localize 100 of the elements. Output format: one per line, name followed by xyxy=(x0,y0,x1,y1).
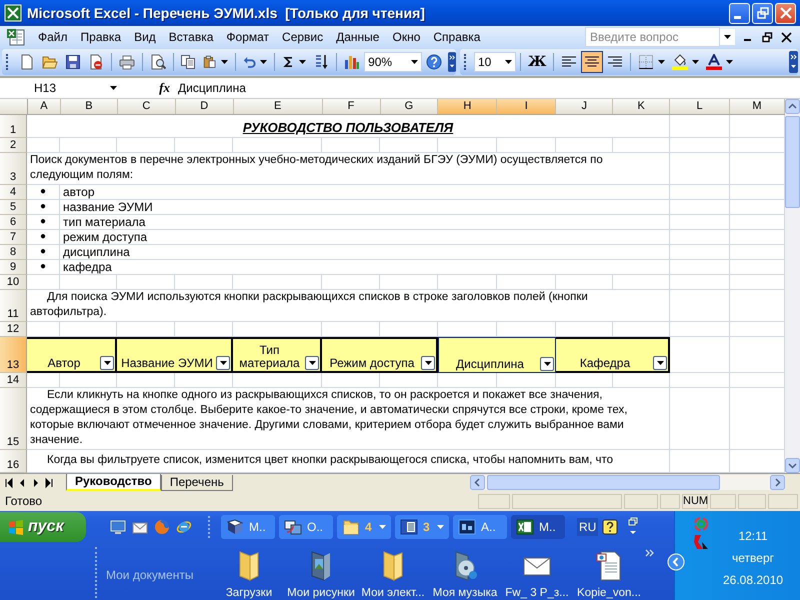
filter-dropdown-button[interactable] xyxy=(305,356,319,370)
row-header[interactable]: 1 xyxy=(0,115,27,138)
taskbar-button[interactable]: О.. xyxy=(279,515,333,539)
taskbar-button[interactable]: М.. xyxy=(511,515,565,539)
shortcut[interactable]: Kopie_von... xyxy=(575,550,643,598)
empty-cell xyxy=(175,275,233,290)
empty-cell xyxy=(322,275,380,290)
row-header[interactable]: 12 xyxy=(0,322,27,337)
help-search-field[interactable]: Введите вопрос xyxy=(585,27,720,47)
row-header[interactable]: 10 xyxy=(0,275,27,290)
caret-icon xyxy=(437,525,444,529)
close-icon[interactable] xyxy=(781,32,792,42)
globe-icon[interactable] xyxy=(176,519,192,535)
toolbar-menu-icon[interactable] xyxy=(628,517,638,537)
filter-dropdown-button[interactable] xyxy=(100,356,114,370)
row-header[interactable]: 5 xyxy=(0,200,27,215)
row-header[interactable]: 11 xyxy=(0,290,27,322)
scroll-up-icon[interactable] xyxy=(785,99,800,114)
network-icon xyxy=(284,518,302,536)
menu-item[interactable]: Формат xyxy=(222,28,278,46)
menu-item[interactable]: Справка xyxy=(429,28,490,46)
language-indicator[interactable]: RU xyxy=(577,518,598,536)
column-header[interactable]: K xyxy=(613,99,670,114)
row-header[interactable]: 14 xyxy=(0,373,27,388)
horizontal-scrollbar[interactable] xyxy=(470,475,785,490)
shortcut[interactable]: Загрузки xyxy=(211,550,287,598)
column-header[interactable]: C xyxy=(118,99,176,114)
menu-item[interactable]: Данные xyxy=(332,28,388,46)
row-header[interactable]: 8 xyxy=(0,245,27,260)
bold-button[interactable]: Ж xyxy=(525,51,550,73)
row-header[interactable]: 6 xyxy=(0,215,27,230)
paint-bucket-icon xyxy=(672,54,688,70)
column-header[interactable]: F xyxy=(322,99,380,114)
row-header[interactable]: 4 xyxy=(0,185,27,200)
shortcut[interactable]: Моя музыка xyxy=(431,550,499,598)
column-header[interactable]: B xyxy=(60,99,118,114)
filter-dropdown-button[interactable] xyxy=(540,357,554,371)
name-box[interactable]: H13 xyxy=(0,79,120,97)
status-panel xyxy=(710,494,736,508)
column-header[interactable]: I xyxy=(497,99,556,114)
scroll-left-icon[interactable] xyxy=(470,475,485,490)
collapse-icon[interactable] xyxy=(667,553,685,571)
empty-cell xyxy=(670,260,730,275)
desktop-icon[interactable] xyxy=(110,519,126,535)
toolbar-options-icon[interactable] xyxy=(448,51,456,73)
menu-item[interactable]: Сервис xyxy=(278,28,332,46)
row-header[interactable]: 15 xyxy=(0,388,27,450)
sheet-tab[interactable]: Перечень xyxy=(160,474,233,490)
column-header[interactable]: L xyxy=(670,99,730,114)
column-header[interactable]: D xyxy=(176,99,234,114)
folder-icon xyxy=(342,518,360,536)
empty-cell xyxy=(670,275,730,290)
empty-cell xyxy=(670,322,730,337)
font-size-field[interactable]: 10 xyxy=(474,52,516,72)
column-header[interactable]: H xyxy=(438,99,498,114)
column-header[interactable]: A xyxy=(28,99,61,114)
menu-item[interactable]: Вид xyxy=(130,28,165,46)
dropdown-button[interactable] xyxy=(720,29,735,45)
scroll-down-icon[interactable] xyxy=(785,458,800,473)
scroll-thumb[interactable] xyxy=(785,116,800,208)
row-header[interactable]: 16 xyxy=(0,450,27,473)
menu-item[interactable]: Правка xyxy=(76,28,130,46)
row-header[interactable]: 13 xyxy=(0,337,27,373)
help-icon[interactable] xyxy=(602,519,618,535)
taskbar-button[interactable]: М.. xyxy=(221,515,275,539)
restore-button[interactable] xyxy=(752,2,773,24)
menu-item[interactable]: Файл xyxy=(34,28,77,46)
shortcut[interactable]: Fw_ 3 P_з... xyxy=(499,550,575,598)
empty-cell xyxy=(60,275,117,290)
column-header[interactable]: J xyxy=(556,99,614,114)
align-center-button[interactable] xyxy=(581,51,604,73)
function-label[interactable]: fx xyxy=(120,80,175,96)
close-button[interactable] xyxy=(775,2,796,24)
minimize-button[interactable] xyxy=(729,2,750,24)
row-header[interactable]: 7 xyxy=(0,230,27,245)
menu-item[interactable]: Окно xyxy=(388,28,430,46)
scroll-right-icon[interactable] xyxy=(770,475,785,490)
restore-icon[interactable] xyxy=(762,32,773,42)
more-items-icon[interactable] xyxy=(645,549,655,557)
row-header[interactable]: 9 xyxy=(0,260,27,275)
menu-item[interactable]: Вставка xyxy=(164,28,222,46)
empty-cell xyxy=(670,230,730,245)
column-header[interactable]: E xyxy=(234,99,323,114)
list-item-cell: кафедра xyxy=(60,260,670,275)
row-header[interactable]: 3 xyxy=(0,153,27,185)
sheet-tab[interactable]: Руководство xyxy=(66,474,161,491)
filter-dropdown-button[interactable] xyxy=(216,356,230,370)
row-header[interactable]: 2 xyxy=(0,138,27,153)
empty-cell xyxy=(613,275,670,290)
toolbar-options-icon[interactable] xyxy=(789,51,798,73)
spreadsheet-icon xyxy=(6,28,26,46)
formula-field[interactable]: Дисциплина xyxy=(175,81,800,95)
filter-dropdown-button[interactable] xyxy=(421,356,435,370)
shortcut[interactable]: Мои рисунки xyxy=(287,550,355,598)
shortcut[interactable]: Мои элект... xyxy=(355,550,431,598)
taskbar-button[interactable]: А.. xyxy=(453,515,507,539)
zoom-field[interactable]: 90% xyxy=(364,52,422,72)
filter-dropdown-button[interactable] xyxy=(653,356,667,370)
vertical-scrollbar[interactable] xyxy=(785,99,800,473)
caret-icon xyxy=(726,60,734,64)
